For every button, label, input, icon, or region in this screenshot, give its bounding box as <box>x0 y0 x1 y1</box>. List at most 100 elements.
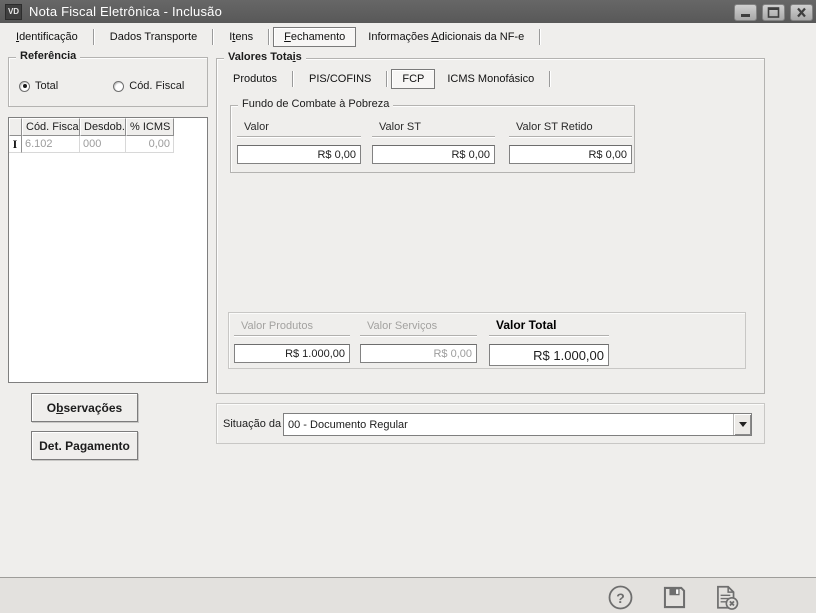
row-indicator-icon: I <box>9 136 22 153</box>
situacao-panel: Situação da NF: 00 - Documento Regular <box>216 403 765 444</box>
fcp-group: Fundo de Combate à Pobreza Valor Valor S… <box>230 105 635 173</box>
button-label: amento <box>87 439 130 453</box>
radio-cod-fiscal-circle[interactable] <box>113 81 124 92</box>
svg-text:?: ? <box>616 590 625 606</box>
cell-cod-fiscal[interactable]: 6.102 <box>22 136 80 153</box>
close-button[interactable] <box>790 4 813 21</box>
minimize-icon <box>738 6 753 19</box>
tab-separator <box>539 29 541 45</box>
valor-st-field: Valor ST <box>372 121 495 164</box>
referencia-group: Referência Total Cód. Fiscal <box>8 57 208 107</box>
valor-total-label: Valor Total <box>489 318 609 336</box>
det-pagamento-button[interactable]: Det. Pagamento <box>31 431 138 460</box>
tab-separator <box>268 29 270 45</box>
close-icon <box>794 6 809 19</box>
cancel-button[interactable] <box>712 583 740 611</box>
radio-total-label: Total <box>35 80 58 92</box>
tab-produtos[interactable]: Produtos <box>221 70 289 88</box>
title-bar: VD Nota Fiscal Eletrônica - Inclusão <box>0 0 816 23</box>
grid-header-row: Cód. Fiscal Desdob. % ICMS <box>9 118 207 136</box>
footer-bar <box>0 578 816 613</box>
maximize-button[interactable] <box>762 4 785 21</box>
chevron-down-icon <box>739 422 747 427</box>
help-icon: ? <box>607 584 634 611</box>
button-label: servações <box>63 401 122 415</box>
tab-identificacao[interactable]: Identificação <box>4 28 90 46</box>
grid-header-cod-fiscal[interactable]: Cód. Fiscal <box>22 118 80 136</box>
tab-icms-monofasico[interactable]: ICMS Monofásico <box>435 70 546 88</box>
valor-st-retido-label: Valor ST Retido <box>509 121 632 137</box>
tab-label: Produtos <box>233 73 277 85</box>
save-icon <box>661 584 688 611</box>
grid-header-icms[interactable]: % ICMS <box>126 118 174 136</box>
situacao-value: 00 - Documento Regular <box>284 419 733 431</box>
tab-label: FCP <box>402 73 424 85</box>
table-row[interactable]: I 6.102 000 0,00 <box>9 136 207 153</box>
valor-produtos-label: Valor Produtos <box>234 320 350 336</box>
valores-totais-group: Valores Totais Produtos PIS/COFINS FCP I… <box>216 58 765 394</box>
valores-tab-strip: Produtos PIS/COFINS FCP ICMS Monofásico <box>221 68 554 90</box>
valor-field: Valor <box>237 121 361 164</box>
radio-cod-fiscal-label: Cód. Fiscal <box>129 80 184 92</box>
cell-desdob[interactable]: 000 <box>80 136 126 153</box>
radio-cod-fiscal[interactable]: Cód. Fiscal <box>113 80 184 92</box>
main-tab-strip: Identificação Dados Transporte Itens Fec… <box>4 26 544 48</box>
valor-label: Valor <box>237 121 361 137</box>
tab-label-accel: A <box>431 31 438 43</box>
observacoes-button[interactable]: Observações <box>31 393 138 422</box>
valor-st-label: Valor ST <box>372 121 495 137</box>
tab-label: dicionais da NF-e <box>439 31 525 43</box>
valor-st-input[interactable] <box>372 145 495 164</box>
tab-fcp[interactable]: FCP <box>391 69 435 89</box>
radio-total[interactable]: Total <box>19 80 58 92</box>
valor-produtos-field: Valor Produtos <box>234 320 350 363</box>
tab-label: Informações <box>368 31 431 43</box>
tab-informacoes-adicionais[interactable]: Informações Adicionais da NF-e <box>356 28 536 46</box>
fcp-group-title: Fundo de Combate à Pobreza <box>238 98 393 110</box>
save-button[interactable] <box>660 583 688 611</box>
tab-label: PIS/COFINS <box>309 73 371 85</box>
valor-st-retido-input[interactable] <box>509 145 632 164</box>
grid-header-desdob[interactable]: Desdob. <box>80 118 126 136</box>
tab-separator <box>292 71 294 87</box>
valor-st-retido-field: Valor ST Retido <box>509 121 632 164</box>
tab-fechamento[interactable]: Fechamento <box>273 27 356 47</box>
group-title-text: s <box>296 51 302 63</box>
tab-dados-transporte[interactable]: Dados Transporte <box>98 28 209 46</box>
group-title-text: Valores Tota <box>228 51 293 63</box>
tab-separator <box>386 71 388 87</box>
valor-total-input[interactable] <box>489 344 609 366</box>
tab-label: ens <box>235 31 253 43</box>
tab-label: Dados Transporte <box>110 31 197 43</box>
valor-servicos-label: Valor Serviços <box>360 320 477 336</box>
button-label: O <box>47 401 56 415</box>
valor-produtos-input[interactable] <box>234 344 350 363</box>
tab-label: ICMS Monofásico <box>447 73 534 85</box>
referencia-group-title: Referência <box>16 50 80 62</box>
situacao-combobox[interactable]: 00 - Documento Regular <box>283 413 752 436</box>
app-icon: VD <box>5 4 22 20</box>
window-title: Nota Fiscal Eletrônica - Inclusão <box>29 4 222 19</box>
valor-total-field: Valor Total <box>489 318 609 366</box>
grid-header-selector <box>9 118 22 136</box>
totais-summary-panel: Valor Produtos Valor Serviços Valor Tota… <box>228 312 746 369</box>
tab-label: dentificação <box>19 31 78 43</box>
minimize-button[interactable] <box>734 4 757 21</box>
help-button[interactable]: ? <box>606 583 634 611</box>
valor-servicos-input[interactable] <box>360 344 477 363</box>
valor-input[interactable] <box>237 145 361 164</box>
tab-separator <box>93 29 95 45</box>
valor-servicos-field: Valor Serviços <box>360 320 477 363</box>
cod-fiscal-grid: Cód. Fiscal Desdob. % ICMS I 6.102 000 0… <box>8 117 208 383</box>
tab-label-accel: F <box>284 31 291 43</box>
maximize-icon <box>766 6 781 19</box>
radio-total-circle[interactable] <box>19 81 30 92</box>
cancel-document-icon <box>712 583 740 612</box>
valores-totais-title: Valores Totais <box>224 51 306 63</box>
tab-label: echamento <box>291 31 345 43</box>
button-label: Det. Pa <box>39 439 80 453</box>
cell-icms[interactable]: 0,00 <box>126 136 174 153</box>
combobox-dropdown-button[interactable] <box>733 414 751 435</box>
tab-itens[interactable]: Itens <box>217 28 265 46</box>
tab-pis-cofins[interactable]: PIS/COFINS <box>297 70 383 88</box>
